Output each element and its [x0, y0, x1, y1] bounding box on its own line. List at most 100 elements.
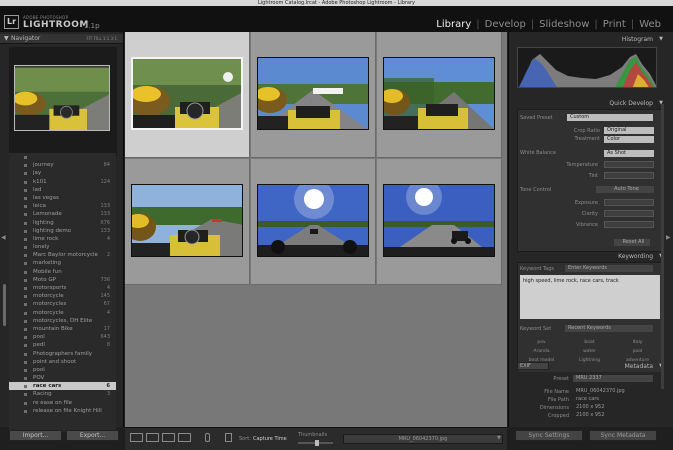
keyword-checkbox[interactable]	[24, 254, 27, 258]
keyword-row[interactable]: motorcycle 4	[9, 309, 116, 317]
navigator-zoom-options[interactable]: FIT FILL 1:1 3:1	[86, 34, 117, 44]
keyword-checkbox[interactable]	[24, 180, 27, 184]
keyword-set-select[interactable]: Recent Keywords	[565, 325, 653, 332]
navigator-thumbnail[interactable]	[14, 65, 110, 131]
module-develop[interactable]: Develop	[485, 19, 526, 30]
keyword-row[interactable]: marketing	[9, 259, 116, 267]
sort-select[interactable]: Capture Time	[253, 436, 287, 442]
keyword-row[interactable]: motorcycles, DH Elite	[9, 317, 116, 325]
keyword-checkbox[interactable]	[24, 327, 27, 331]
tint-stepper[interactable]	[604, 172, 654, 179]
keyword-checkbox[interactable]	[24, 229, 27, 233]
grid-cell-3[interactable]	[377, 32, 502, 158]
keyword-checkbox[interactable]	[24, 344, 27, 348]
toolbar-chevron-down-icon[interactable]: ▼	[497, 435, 501, 441]
keyword-row[interactable]: leica 133	[9, 202, 116, 210]
keyword-suggestion[interactable]: Aranda	[518, 349, 565, 354]
thumbnail-size-slider[interactable]	[298, 440, 333, 446]
keyword-row[interactable]: Lemonade 133	[9, 210, 116, 218]
keyword-checkbox[interactable]	[24, 246, 27, 250]
keyword-checkbox[interactable]	[24, 164, 27, 168]
keyword-checkbox[interactable]	[24, 385, 27, 389]
keyword-checkbox[interactable]	[24, 352, 27, 356]
keyword-checkbox[interactable]	[24, 393, 27, 397]
loupe-view-icon[interactable]	[146, 433, 159, 442]
keyword-row[interactable]: pool	[9, 366, 116, 374]
keyword-row[interactable]: point and shoot	[9, 358, 116, 366]
keyword-checkbox[interactable]	[24, 311, 27, 315]
keyword-checkbox[interactable]	[24, 278, 27, 282]
left-panel-toggle-icon[interactable]: ◀	[1, 234, 6, 241]
keyword-row[interactable]: Marc Baylor motorcycle 2	[9, 251, 116, 259]
navigator-preview[interactable]	[9, 47, 117, 157]
keyword-suggestion[interactable]: pool	[614, 349, 661, 354]
auto-tone-button[interactable]: Auto Tone	[596, 186, 654, 193]
keyword-checkbox[interactable]	[24, 409, 27, 413]
keyword-row[interactable]: Photographers family	[9, 350, 116, 358]
exposure-stepper[interactable]	[604, 199, 654, 206]
grid-cell-5[interactable]	[251, 159, 376, 285]
keyword-row[interactable]: race cars 6	[9, 382, 116, 391]
keyword-suggestion[interactable]: water	[566, 349, 613, 354]
keyword-row[interactable]: las vegas	[9, 194, 116, 202]
keyword-checkbox[interactable]	[24, 336, 27, 340]
grid-cell-6[interactable]	[377, 159, 502, 285]
histogram-header[interactable]: Histogram ▼	[513, 35, 663, 44]
keyword-row[interactable]: Mobile fun	[9, 268, 116, 276]
file-name-value[interactable]: MRU_06042370.jpg	[573, 388, 653, 395]
keyword-checkbox[interactable]	[24, 188, 27, 192]
thumbnail-size-knob[interactable]	[315, 440, 320, 446]
keyword-row[interactable]: lighting 676	[9, 219, 116, 227]
keyword-checkbox[interactable]	[24, 221, 27, 225]
thumbnail-6[interactable]	[383, 184, 495, 257]
keyword-row[interactable]: k101 124	[9, 178, 116, 186]
thumbnail-3[interactable]	[383, 57, 495, 130]
keyword-checkbox[interactable]	[24, 295, 27, 299]
keyword-row[interactable]: journey 84	[9, 161, 116, 169]
module-library[interactable]: Library	[436, 19, 471, 30]
right-scrollbar[interactable]	[661, 104, 664, 389]
keyword-checkbox[interactable]	[24, 319, 27, 323]
right-panel-toggle-icon[interactable]: ▶	[666, 234, 671, 241]
metadata-preset-select[interactable]: MRU 2337	[573, 375, 653, 382]
thumbnail-2[interactable]	[257, 57, 369, 130]
treatment-select[interactable]: Color	[604, 136, 654, 143]
keyword-list[interactable]: journey 84 jay k101 124 lad las vegas leica 133 L…	[9, 153, 116, 432]
grid-cell-1[interactable]	[125, 32, 250, 158]
sync-metadata-button[interactable]: Sync Metadata	[589, 430, 657, 441]
grid-cell-4[interactable]	[125, 159, 250, 285]
keyword-checkbox[interactable]	[24, 213, 27, 217]
keywording-header[interactable]: Keywording ▼	[513, 252, 663, 261]
filename-readout[interactable]: MRU_06042370.jpg	[343, 434, 503, 444]
collapse-triangle-icon[interactable]: ▼	[4, 34, 9, 44]
painter-icon[interactable]	[205, 433, 210, 442]
keyword-row[interactable]: motorcycle 145	[9, 292, 116, 300]
module-print[interactable]: Print	[603, 19, 626, 30]
keyword-row[interactable]: lad	[9, 186, 116, 194]
keyword-row[interactable]: lime rock 4	[9, 235, 116, 243]
temperature-stepper[interactable]	[604, 161, 654, 168]
clarity-stepper[interactable]	[604, 210, 654, 217]
import-button[interactable]: Import...	[9, 430, 62, 441]
grid-view-icon[interactable]	[130, 433, 143, 442]
thumbnail-1[interactable]	[131, 57, 243, 130]
sort-direction-icon[interactable]	[225, 433, 232, 442]
keyword-checkbox[interactable]	[24, 156, 27, 159]
vibrance-stepper[interactable]	[604, 221, 654, 228]
keyword-checkbox[interactable]	[24, 377, 27, 381]
keyword-checkbox[interactable]	[24, 237, 27, 241]
collapse-triangle-icon[interactable]: ▼	[659, 35, 663, 44]
thumbnail-4[interactable]	[131, 184, 243, 257]
keyword-row[interactable]: lonely	[9, 243, 116, 251]
keyword-row[interactable]: jay	[9, 169, 116, 177]
module-slideshow[interactable]: Slideshow	[539, 19, 589, 30]
keyword-suggestion[interactable]: Italy	[614, 340, 661, 345]
keyword-row[interactable]	[9, 153, 116, 161]
keyword-row[interactable]: pedl 8	[9, 341, 116, 349]
keyword-row[interactable]: re ease on file	[9, 399, 116, 407]
module-web[interactable]: Web	[639, 19, 661, 30]
keyword-row[interactable]: Racing 3	[9, 390, 116, 398]
keyword-checkbox[interactable]	[24, 368, 27, 372]
keyword-checkbox[interactable]	[24, 303, 27, 307]
survey-view-icon[interactable]	[178, 433, 191, 442]
